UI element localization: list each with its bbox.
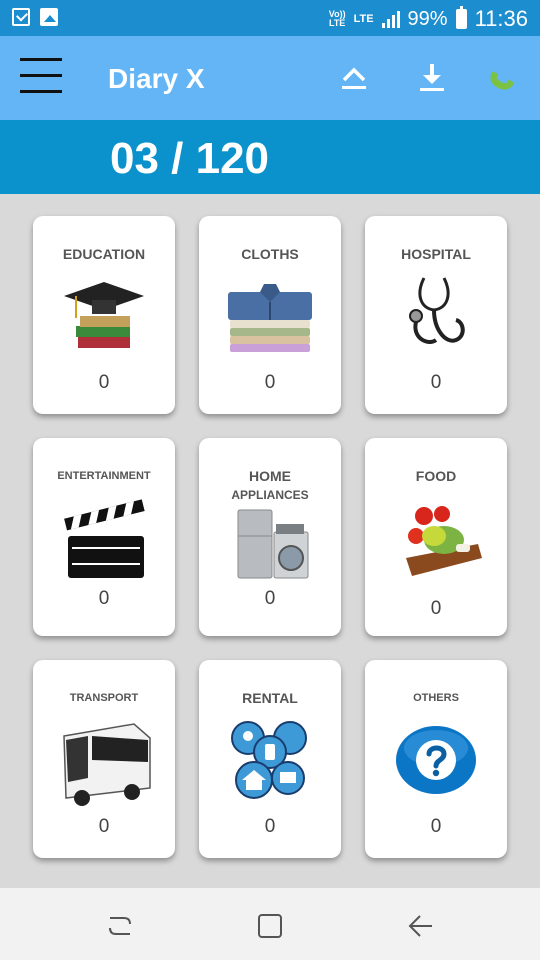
category-label-line2: APPLIANCES (231, 488, 309, 502)
shirts-icon (228, 284, 312, 352)
category-label: TRANSPORT (69, 692, 139, 704)
download-icon[interactable] (414, 60, 450, 96)
menu-icon[interactable] (20, 58, 62, 98)
graduation-books-icon (64, 282, 144, 348)
appliances-icon (237, 509, 309, 579)
category-count: 0 (430, 598, 442, 619)
category-label: HOSPITAL (401, 246, 471, 262)
category-count: 0 (264, 816, 276, 837)
clock: 11:36 (474, 6, 528, 31)
rental-bubbles-icon (231, 721, 307, 799)
back-icon[interactable] (402, 908, 438, 944)
category-count: 0 (264, 588, 276, 609)
phone-icon[interactable] (486, 60, 522, 96)
navigation-bar (0, 888, 540, 960)
entry-counter: 03 / 120 (110, 134, 270, 183)
category-card-others[interactable]: OTHERS 0 (365, 660, 507, 858)
battery-icon (455, 6, 467, 29)
counter-bar: 03 / 120 (0, 120, 540, 194)
bus-icon (63, 723, 151, 806)
status-bar: Vo)) LTE LTE 99% 11:36 (0, 0, 540, 36)
category-count: 0 (430, 372, 442, 393)
category-label: HOME (249, 468, 291, 484)
category-label: EDUCATION (62, 246, 146, 262)
category-card-entertainment[interactable]: ENTERTAINMENT 0 (33, 438, 175, 636)
category-label: OTHERS (413, 692, 459, 704)
category-card-home-appliances[interactable]: HOME APPLIANCES 0 (199, 438, 341, 636)
category-count: 0 (98, 816, 110, 837)
upload-icon[interactable] (336, 60, 372, 96)
volte-indicator: Vo)) LTE (328, 9, 346, 28)
category-card-education[interactable]: EDUCATION 0 (33, 216, 175, 414)
clapperboard-icon (64, 499, 145, 578)
gallery-icon (40, 8, 58, 26)
category-label: CLOTHS (241, 246, 299, 262)
app-bar: Diary X (0, 36, 540, 120)
category-count: 0 (430, 816, 442, 837)
category-label: RENTAL (242, 690, 298, 706)
battery-percent: 99% (407, 7, 448, 30)
recent-apps-icon[interactable] (102, 908, 138, 944)
lte-indicator: LTE (353, 12, 374, 25)
stethoscope-icon (409, 277, 465, 344)
category-label: FOOD (415, 468, 457, 484)
category-card-rental[interactable]: RENTAL 0 (199, 660, 341, 858)
signal-icon (381, 10, 400, 28)
category-card-cloths[interactable]: CLOTHS 0 (199, 216, 341, 414)
category-card-transport[interactable]: TRANSPORT 0 (33, 660, 175, 858)
vegetables-icon (406, 506, 482, 576)
category-count: 0 (98, 372, 110, 393)
category-label: ENTERTAINMENT (57, 470, 151, 482)
task-check-icon (12, 8, 30, 26)
category-grid: EDUCATION 0 CLOTHS 0 HOSPITAL 0 ENTERTAI… (0, 194, 540, 888)
home-button-icon[interactable] (252, 908, 288, 944)
category-count: 0 (98, 588, 110, 609)
category-count: 0 (264, 372, 276, 393)
category-card-food[interactable]: FOOD 0 (365, 438, 507, 636)
app-title: Diary X (108, 63, 205, 94)
category-card-hospital[interactable]: HOSPITAL 0 (365, 216, 507, 414)
question-icon (396, 726, 476, 794)
